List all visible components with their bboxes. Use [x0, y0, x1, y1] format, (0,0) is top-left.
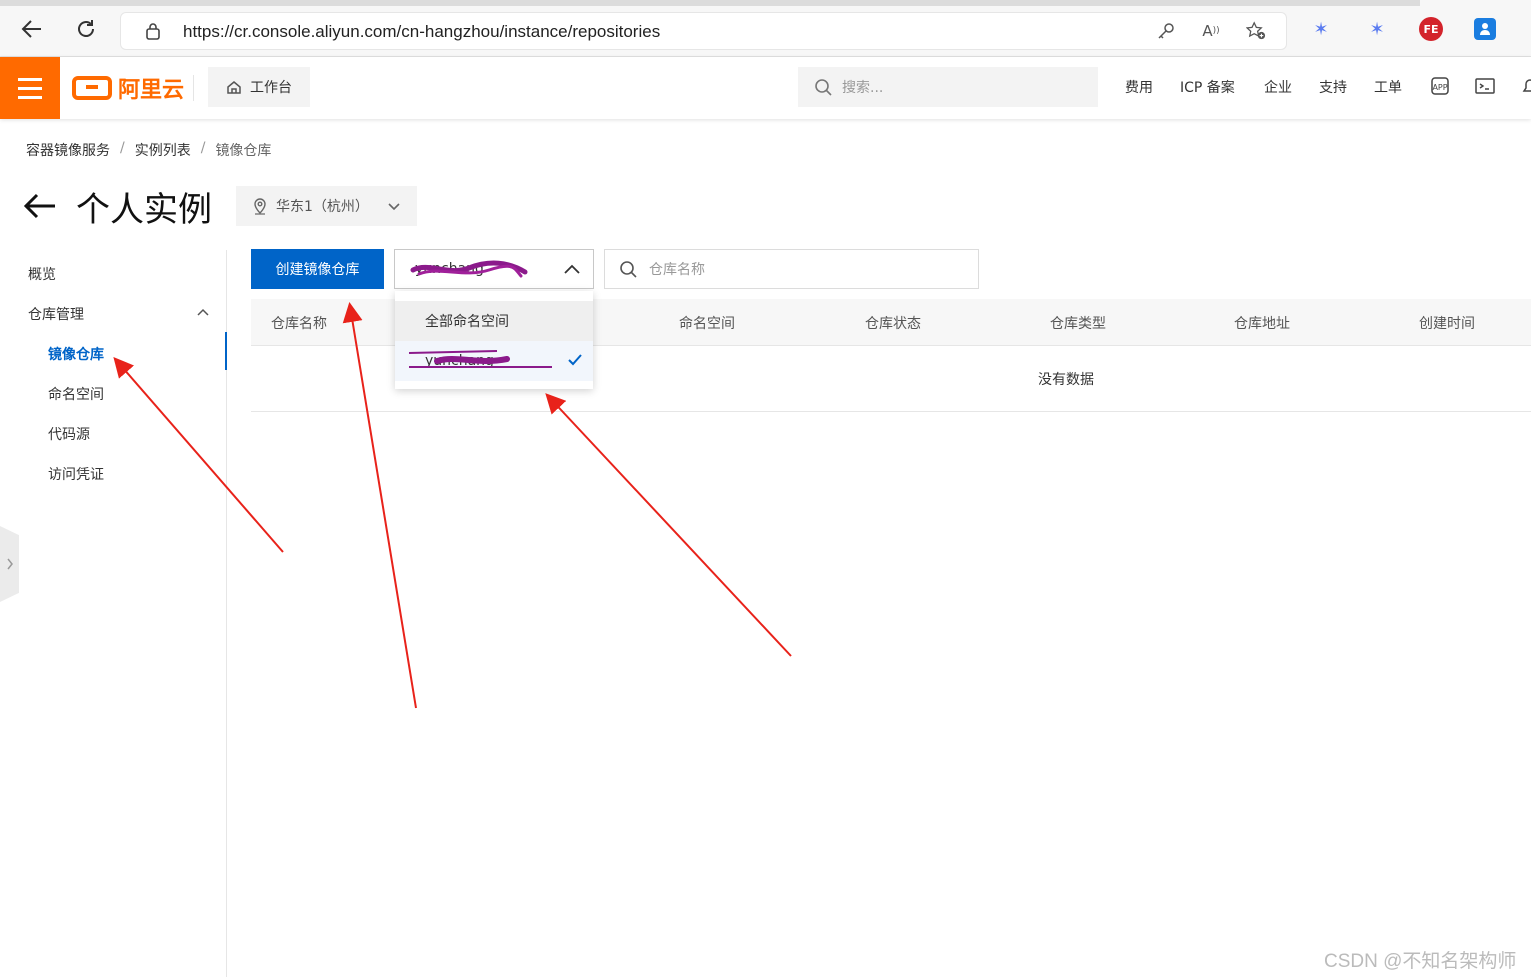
workbench-button[interactable]: 工作台	[208, 67, 310, 107]
extension-user-icon[interactable]	[1474, 18, 1496, 40]
dropdown-option-all-namespaces[interactable]: 全部命名空间	[395, 301, 593, 341]
breadcrumb-separator: /	[200, 140, 206, 156]
divider	[193, 75, 194, 101]
empty-message: 没有数据	[1038, 372, 1094, 388]
sidebar-group-repo-management[interactable]: 仓库管理	[28, 304, 84, 324]
chevron-up-icon	[564, 264, 580, 274]
namespace-select[interactable]: yunchang	[394, 249, 594, 289]
chevron-up-icon[interactable]	[196, 307, 210, 317]
column-header: 命名空间	[679, 316, 735, 332]
breadcrumb-separator: /	[120, 140, 125, 156]
extension-icon-1[interactable]: ✶	[1310, 18, 1332, 40]
search-placeholder: 搜索...	[842, 80, 884, 96]
breadcrumb-item[interactable]: 容器镜像服务	[26, 140, 110, 160]
watermark: CSDN @不知名架构师	[1324, 951, 1517, 972]
page-title: 个人实例	[76, 190, 212, 230]
nav-link-enterprise[interactable]: 企业	[1264, 77, 1292, 97]
nav-link-tickets[interactable]: 工单	[1374, 77, 1402, 97]
repo-search-placeholder: 仓库名称	[649, 262, 705, 278]
extension-icon-2[interactable]: ✶	[1366, 18, 1388, 40]
active-indicator	[225, 332, 227, 370]
breadcrumb-item[interactable]: 实例列表	[135, 140, 191, 160]
tab-strip	[0, 0, 1420, 6]
logo-mark-icon	[72, 76, 112, 100]
back-arrow-icon[interactable]	[22, 188, 58, 224]
extension-fe-icon[interactable]: FE	[1419, 17, 1443, 41]
repo-name-search-input[interactable]: 仓库名称	[604, 249, 979, 289]
svg-text:APP: APP	[1432, 83, 1447, 92]
nav-link-icp[interactable]: ICP 备案	[1180, 77, 1235, 97]
check-icon	[568, 354, 582, 366]
workbench-label: 工作台	[250, 80, 292, 96]
side-navigation: 概览 仓库管理 镜像仓库 命名空间 代码源 访问凭证	[0, 250, 227, 977]
column-header: 仓库状态	[865, 316, 921, 332]
terminal-icon[interactable]	[1474, 75, 1496, 97]
breadcrumb-item-current: 镜像仓库	[215, 143, 272, 159]
address-bar[interactable]: https://cr.console.aliyun.com/cn-hangzho…	[120, 12, 1287, 50]
location-pin-icon	[254, 198, 266, 215]
home-icon	[227, 81, 241, 94]
nav-link-fees[interactable]: 费用	[1125, 77, 1153, 97]
aliyun-logo[interactable]: 阿里云	[72, 71, 184, 105]
reload-icon[interactable]	[72, 15, 100, 43]
nav-link-support[interactable]: 支持	[1319, 77, 1347, 97]
sidebar-item-code-sources[interactable]: 代码源	[48, 424, 90, 444]
logo-text: 阿里云	[118, 78, 185, 103]
column-header: 仓库类型	[1050, 316, 1106, 332]
browser-toolbar: https://cr.console.aliyun.com/cn-hangzho…	[0, 0, 1531, 57]
console-header: 阿里云 工作台 搜索... 费用 ICP 备案 企业 支持 工单 APP	[0, 57, 1531, 119]
create-repo-button[interactable]: 创建镜像仓库	[251, 249, 384, 289]
column-header: 创建时间	[1419, 316, 1475, 332]
chevron-right-icon	[6, 558, 13, 570]
column-header: 仓库名称	[271, 316, 327, 332]
sidebar-expand-handle[interactable]	[0, 526, 19, 602]
global-search-input[interactable]: 搜索...	[798, 67, 1098, 107]
sidebar-item-namespaces[interactable]: 命名空间	[48, 384, 104, 404]
key-icon[interactable]	[1156, 21, 1176, 41]
annotation-arrow	[545, 393, 792, 657]
search-icon	[815, 79, 832, 96]
breadcrumb: 容器镜像服务 / 实例列表 / 镜像仓库	[26, 140, 271, 160]
favorite-add-icon[interactable]	[1246, 21, 1266, 41]
namespace-select-value: yunchang	[415, 261, 484, 277]
search-icon	[620, 261, 637, 278]
read-aloud-icon[interactable]: A))	[1201, 21, 1221, 41]
option-label: yunchang	[425, 353, 494, 369]
namespace-dropdown-menu: 全部命名空间 yunchang	[395, 291, 593, 389]
sidebar-item-access-credentials[interactable]: 访问凭证	[48, 464, 104, 484]
region-select[interactable]: 华东1（杭州）	[236, 186, 417, 226]
region-label: 华东1（杭州）	[276, 199, 369, 215]
dropdown-option-namespace[interactable]: yunchang	[395, 341, 593, 381]
back-icon[interactable]	[18, 15, 46, 43]
option-label: 全部命名空间	[425, 314, 509, 330]
sidebar-item-image-repos[interactable]: 镜像仓库	[48, 344, 104, 364]
chevron-down-icon	[388, 203, 400, 211]
sidebar-item-overview[interactable]: 概览	[28, 264, 56, 284]
bell-icon[interactable]	[1519, 75, 1531, 97]
app-icon[interactable]: APP	[1429, 75, 1451, 97]
menu-icon[interactable]	[0, 57, 60, 119]
lock-icon[interactable]	[143, 21, 163, 41]
url-text: https://cr.console.aliyun.com/cn-hangzho…	[183, 22, 661, 41]
column-header: 仓库地址	[1234, 316, 1290, 332]
